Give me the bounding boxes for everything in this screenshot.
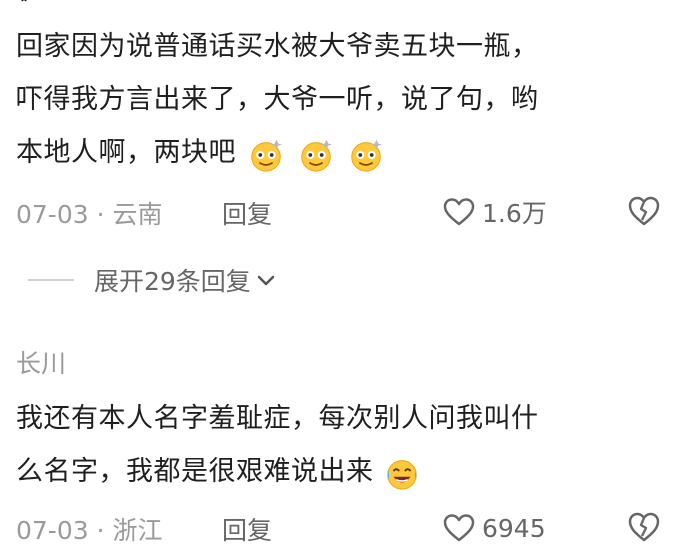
comment-1-line-2: 吓得我方言出来了，大爷一听，说了句，哟: [16, 84, 539, 115]
comment-2-like-button[interactable]: 6945: [442, 508, 546, 548]
dizzy-smile-emoji: [351, 139, 383, 172]
heart-icon: [443, 514, 475, 542]
laugh-cry-emoji: [386, 459, 417, 490]
comment-1-reply-button[interactable]: 回复: [222, 195, 272, 231]
comment-2-reply-button[interactable]: 回复: [222, 511, 272, 547]
comment-2-line-1: 我还有本人名字羞耻症，每次别人问我叫什: [16, 403, 539, 434]
dizzy-smile-emoji: [301, 139, 333, 172]
comment-1-like-button[interactable]: 1.6万: [442, 192, 547, 232]
comment-2-line-2-container: 么名字，我都是很艰难说出来: [16, 445, 676, 498]
comment-1-line-3: 本地人啊，两块吧: [16, 137, 236, 168]
comment-1-line-3-container: 本地人啊，两块吧: [16, 126, 676, 180]
dizzy-smile-emoji: [251, 139, 283, 172]
expand-divider-line: [28, 279, 74, 281]
expand-replies-label: 展开29条回复: [94, 267, 251, 296]
expand-replies-button[interactable]: 展开29条回复: [28, 262, 277, 298]
comment-1-line-1: 回家因为说普通话买水被大爷卖五块一瓶，: [16, 31, 539, 62]
comment-1-like-count: 1.6万: [482, 199, 547, 228]
comment-2-like-count: 6945: [482, 513, 546, 543]
broken-heart-icon[interactable]: [626, 194, 662, 228]
comment-1-date-location: 07-03 · 云南: [16, 200, 163, 229]
comment-2-username[interactable]: 长川: [16, 344, 66, 380]
emoji-group: [247, 127, 388, 180]
comment-2-meta-row: 07-03 · 浙江 回复 6945: [16, 508, 676, 548]
comment-2-date-location: 07-03 · 浙江: [16, 516, 163, 545]
chevron-down-icon: [257, 275, 275, 286]
comment-2-line-2: 么名字，我都是很艰难说出来: [16, 456, 374, 487]
comment-1-meta-row: 07-03 · 云南 回复 1.6万: [16, 192, 676, 232]
top-cut-fragment: [16, 0, 32, 4]
heart-icon: [443, 198, 475, 226]
broken-heart-icon[interactable]: [626, 510, 662, 544]
